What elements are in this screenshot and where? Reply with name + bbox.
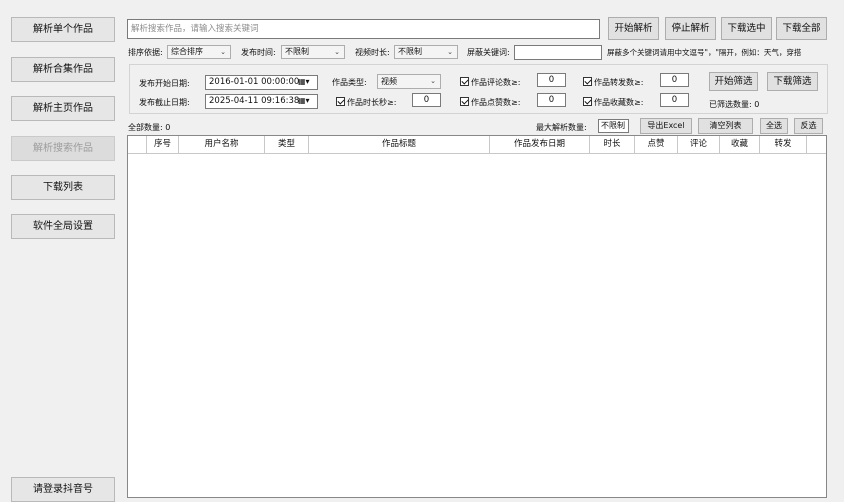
- duration-min-input[interactable]: 0: [412, 93, 441, 107]
- search-input[interactable]: 解析搜索作品，请输入搜索关键词: [127, 19, 600, 39]
- block-keyword-label: 屏蔽关键词:: [467, 48, 510, 57]
- column-header-publish-date[interactable]: 作品发布日期: [490, 136, 590, 153]
- column-header-favorites[interactable]: 收藏: [720, 136, 760, 153]
- time-label: 发布时间:: [241, 48, 276, 57]
- sidebar-item-download-list[interactable]: 下载列表: [11, 175, 115, 200]
- select-all-button[interactable]: 全选: [760, 118, 788, 134]
- column-header-title[interactable]: 作品标题: [309, 136, 490, 153]
- sidebar-item-parse-search[interactable]: 解析搜索作品: [11, 136, 115, 161]
- calendar-icon[interactable]: ▦▾: [298, 96, 310, 105]
- chevron-down-icon: ⌄: [220, 48, 226, 56]
- likes-checkbox[interactable]: [460, 97, 469, 106]
- download-filter-button[interactable]: 下载筛选: [767, 72, 818, 91]
- time-value: 不限制: [285, 47, 309, 56]
- sort-value: 综合排序: [171, 47, 203, 56]
- shares-min-input[interactable]: 0: [660, 73, 689, 87]
- end-date-value: 2025-04-11 09:16:38: [209, 96, 300, 106]
- comments-checkbox[interactable]: [460, 77, 469, 86]
- work-type-label: 作品类型:: [332, 78, 367, 87]
- column-header-index[interactable]: 序号: [147, 136, 179, 153]
- duration-select[interactable]: 不限制 ⌄: [394, 45, 458, 59]
- stop-parse-button[interactable]: 停止解析: [665, 17, 716, 40]
- column-header-comments[interactable]: 评论: [678, 136, 720, 153]
- favorites-min-input[interactable]: 0: [660, 93, 689, 107]
- sidebar-item-global-settings[interactable]: 软件全局设置: [11, 214, 115, 239]
- chevron-down-icon: ⌄: [430, 77, 436, 85]
- shares-checkbox[interactable]: [583, 77, 592, 86]
- download-selected-button[interactable]: 下载选中: [721, 17, 772, 40]
- work-type-value: 视频: [381, 77, 397, 86]
- end-date-label: 发布截止日期:: [139, 98, 190, 107]
- download-all-button[interactable]: 下载全部: [776, 17, 827, 40]
- max-parse-input[interactable]: 不限制: [598, 119, 629, 133]
- favorites-checkbox[interactable]: [583, 97, 592, 106]
- calendar-icon[interactable]: ▦▾: [298, 77, 310, 86]
- column-header-likes[interactable]: 点赞: [635, 136, 678, 153]
- start-filter-button[interactable]: 开始筛选: [709, 72, 758, 91]
- sidebar-item-parse-homepage[interactable]: 解析主页作品: [11, 96, 115, 121]
- comments-label: 作品评论数≥:: [471, 78, 521, 87]
- column-header-shares[interactable]: 转发: [760, 136, 807, 153]
- max-parse-label: 最大解析数量:: [536, 123, 587, 132]
- sort-label: 排序依据:: [128, 48, 163, 57]
- search-placeholder: 解析搜索作品，请输入搜索关键词: [131, 24, 259, 34]
- likes-min-input[interactable]: 0: [537, 93, 566, 107]
- results-table[interactable]: 序号 用户名称 类型 作品标题 作品发布日期 时长 点赞 评论 收藏 转发: [127, 135, 827, 498]
- column-header-type[interactable]: 类型: [265, 136, 309, 153]
- sort-select[interactable]: 综合排序 ⌄: [167, 45, 231, 59]
- start-date-label: 发布开始日期:: [139, 79, 190, 88]
- table-header: 序号 用户名称 类型 作品标题 作品发布日期 时长 点赞 评论 收藏 转发: [128, 136, 826, 154]
- favorites-label: 作品收藏数≥:: [594, 98, 644, 107]
- work-type-select[interactable]: 视频 ⌄: [377, 74, 441, 89]
- sidebar-item-parse-single[interactable]: 解析单个作品: [11, 17, 115, 42]
- block-keyword-input[interactable]: [514, 45, 602, 60]
- start-parse-button[interactable]: 开始解析: [608, 17, 659, 40]
- invert-selection-button[interactable]: 反选: [794, 118, 823, 134]
- login-button[interactable]: 请登录抖音号: [11, 477, 115, 502]
- export-excel-button[interactable]: 导出Excel: [640, 118, 692, 134]
- clear-list-button[interactable]: 清空列表: [698, 118, 753, 134]
- comments-min-input[interactable]: 0: [537, 73, 566, 87]
- total-count: 全部数量: 0: [128, 123, 171, 132]
- filtered-count: 已筛选数量: 0: [709, 100, 760, 109]
- shares-label: 作品转发数≥:: [594, 78, 644, 87]
- chevron-down-icon: ⌄: [447, 48, 453, 56]
- sidebar-item-parse-collection[interactable]: 解析合集作品: [11, 57, 115, 82]
- column-header-filler: [807, 136, 826, 153]
- block-keyword-hint: 屏蔽多个关键词请用中文逗号"，"隔开，例如：天气，穿搭: [607, 48, 802, 57]
- duration-checkbox[interactable]: [336, 97, 345, 106]
- column-header-duration[interactable]: 时长: [590, 136, 635, 153]
- filter-panel: 发布开始日期: 2016-01-01 00:00:00 ▦▾ 作品类型: 视频 …: [129, 64, 828, 114]
- column-header-checkbox[interactable]: [128, 136, 147, 153]
- chevron-down-icon: ⌄: [334, 48, 340, 56]
- likes-label: 作品点赞数≥:: [471, 98, 521, 107]
- duration-value: 不限制: [398, 47, 422, 56]
- time-select[interactable]: 不限制 ⌄: [281, 45, 345, 59]
- duration-label: 视频时长:: [355, 48, 390, 57]
- start-date-value: 2016-01-01 00:00:00: [209, 77, 300, 87]
- column-header-username[interactable]: 用户名称: [179, 136, 265, 153]
- work-duration-label: 作品时长秒≥:: [347, 98, 397, 107]
